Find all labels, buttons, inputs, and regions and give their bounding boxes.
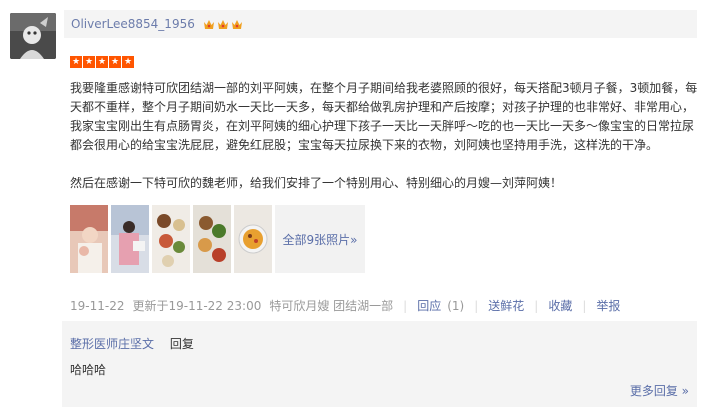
review-updated: 更新于19-11-22 23:00	[132, 299, 262, 313]
photo-thumbnail[interactable]	[234, 205, 272, 273]
photo-thumbnail[interactable]	[193, 205, 231, 273]
username-link[interactable]: OliverLee8854_1956	[71, 17, 195, 31]
photo-thumbnail[interactable]	[111, 205, 149, 273]
collect-link[interactable]: 收藏	[548, 297, 572, 314]
shop-name: 特可欣月嫂 团结湖一部	[269, 299, 394, 313]
avatar[interactable]	[10, 13, 56, 59]
divider: |	[403, 298, 408, 313]
reply-author-link[interactable]: 整形医师庄坚文	[70, 337, 154, 351]
reply-link[interactable]: 回应 (1)	[417, 297, 464, 314]
reply-action-label: 回复	[169, 337, 194, 351]
photo-thumbnail[interactable]	[152, 205, 190, 273]
reply-label: 回应	[417, 299, 442, 313]
reply-panel: 整形医师庄坚文 回复 哈哈哈 更多回复 »	[62, 321, 697, 407]
more-replies-link[interactable]: 更多回复 »	[630, 382, 689, 399]
divider: |	[534, 298, 539, 313]
star-icon: ★	[96, 56, 108, 68]
report-link[interactable]: 举报	[596, 297, 620, 314]
reply-header: 整形医师庄坚文 回复	[70, 335, 194, 352]
rating-stars: ★ ★ ★ ★ ★	[70, 56, 135, 68]
all-photos-link[interactable]: 全部9张照片»	[275, 205, 365, 273]
user-header: OliverLee8854_1956	[64, 10, 697, 38]
star-icon: ★	[109, 56, 121, 68]
send-flower-link[interactable]: 送鲜花	[488, 297, 524, 314]
reply-content: 哈哈哈	[70, 363, 107, 377]
star-icon: ★	[122, 56, 134, 68]
star-icon: ★	[83, 56, 95, 68]
review-date: 19-11-22	[70, 298, 125, 313]
photo-strip: 全部9张照片»	[70, 205, 365, 273]
divider: |	[582, 298, 587, 313]
user-badges	[203, 18, 245, 31]
star-icon: ★	[70, 56, 82, 68]
photo-thumbnail[interactable]	[70, 205, 108, 273]
review-meta: 19-11-22 更新于19-11-22 23:00 特可欣月嫂 团结湖一部 |…	[70, 297, 620, 314]
crown-icon	[203, 19, 214, 29]
crown-icon	[217, 19, 228, 29]
review-body: 我要隆重感谢特可欣团结湖一部的刘平阿姨，在整个月子期间给我老婆照顾的很好，每天搭…	[70, 79, 700, 193]
review-paragraph-1: 我要隆重感谢特可欣团结湖一部的刘平阿姨，在整个月子期间给我老婆照顾的很好，每天搭…	[70, 81, 698, 152]
reply-count: (1)	[447, 299, 465, 313]
review-paragraph-2: 然后在感谢一下特可欣的魏老师，给我们安排了一个特别用心、特别细心的月嫂—刘萍阿姨…	[70, 176, 563, 190]
divider: |	[474, 298, 479, 313]
crown-icon	[231, 19, 242, 29]
